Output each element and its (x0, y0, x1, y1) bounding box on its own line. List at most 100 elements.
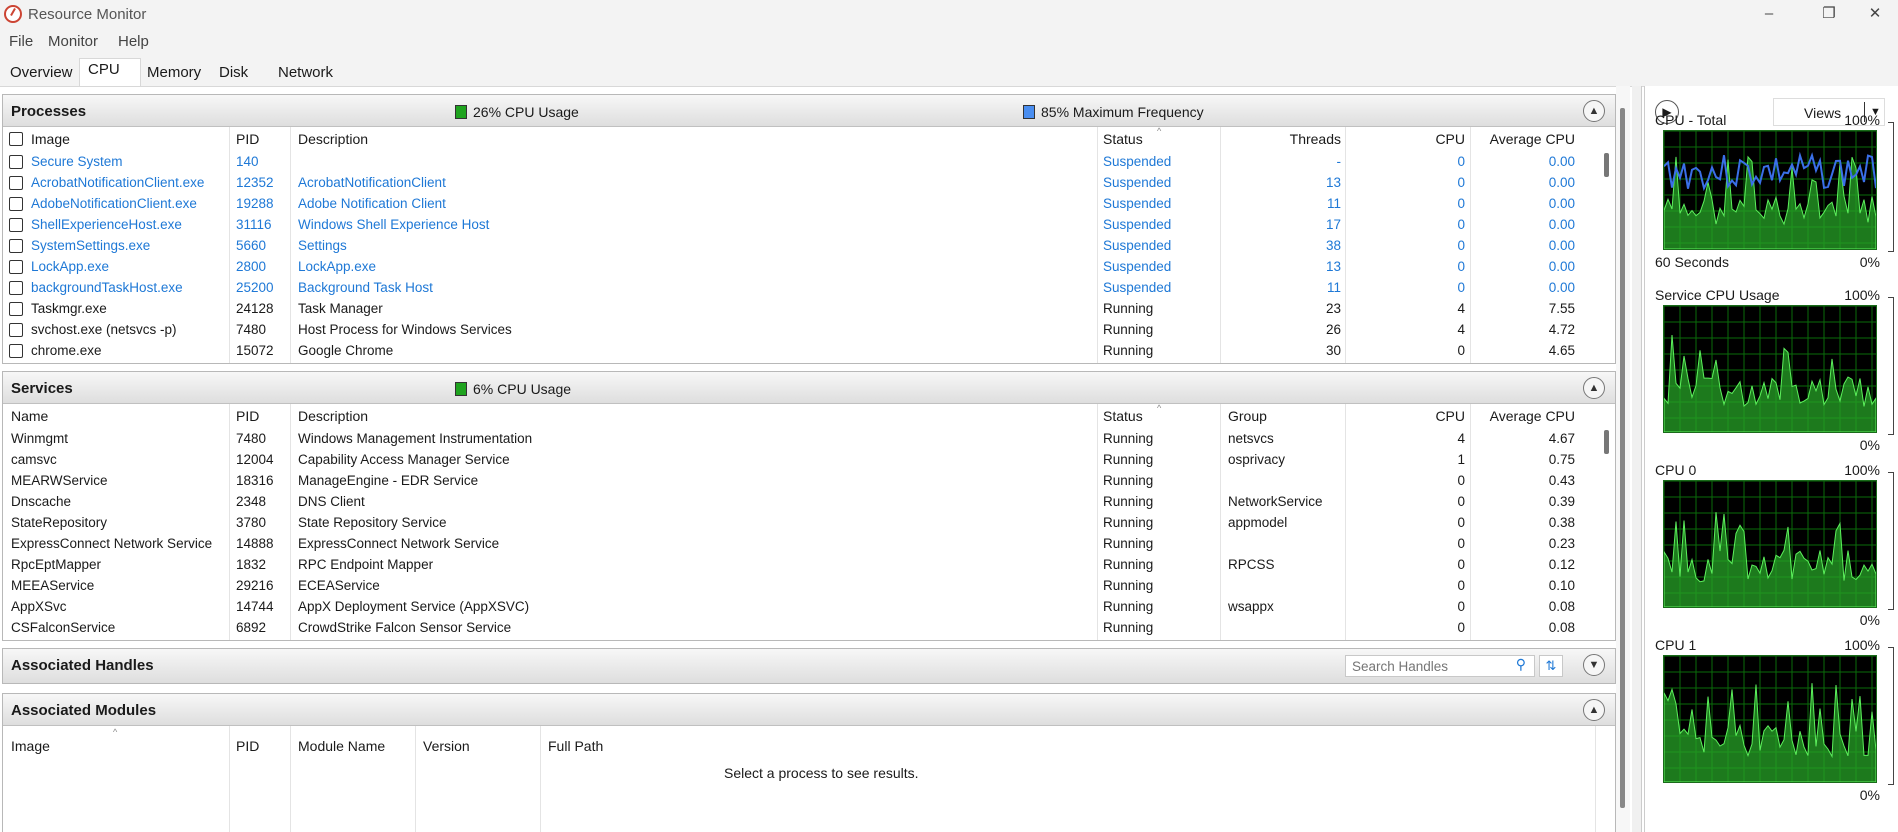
pane-splitter[interactable] (1632, 86, 1642, 832)
collapse-services-button[interactable]: ▲ (1583, 377, 1605, 399)
process-checkbox[interactable] (9, 155, 23, 169)
process-checkbox[interactable] (9, 344, 23, 358)
close-button[interactable]: ✕ (1852, 0, 1898, 30)
process-row[interactable]: Secure System 140 Suspended - 0 0.00 (3, 151, 1601, 172)
process-row[interactable]: ShellExperienceHost.exe 31116 Windows Shel… (3, 214, 1601, 235)
col-module-name[interactable]: Module Name (298, 738, 385, 754)
collapse-modules-button[interactable]: ▲ (1583, 699, 1605, 721)
col-description[interactable]: Description (298, 408, 368, 424)
minimize-button[interactable]: – (1746, 0, 1792, 30)
service-row[interactable]: Dnscache 2348 DNS Client Running NetworkServ… (3, 491, 1601, 512)
services-scrollbar[interactable] (1601, 428, 1613, 640)
process-cpu: 0 (1457, 259, 1465, 274)
process-status: Suspended (1103, 217, 1172, 232)
processes-title: Processes (11, 103, 87, 120)
service-row[interactable]: Winmgmt 7480 Windows Management Instrument… (3, 428, 1601, 449)
process-checkbox[interactable] (9, 197, 23, 211)
col-cpu[interactable]: CPU (1435, 408, 1465, 424)
tab-disk[interactable]: Disk (211, 62, 256, 86)
process-image: LockApp.exe (31, 259, 110, 274)
service-description: CrowdStrike Falcon Sensor Service (298, 620, 512, 635)
col-group[interactable]: Group (1228, 408, 1267, 424)
process-row[interactable]: AcrobatNotificationClient.exe 12352 Acroba… (3, 172, 1601, 193)
col-pid[interactable]: PID (236, 131, 259, 147)
process-row[interactable]: backgroundTaskHost.exe 25200 Background Ta… (3, 277, 1601, 298)
search-icon[interactable]: ⚲ (1516, 656, 1526, 673)
modules-header[interactable]: Associated Modules ▲ (3, 694, 1615, 726)
service-row[interactable]: ExpressConnect Network Service 14888 Expre… (3, 533, 1601, 554)
expand-handles-button[interactable]: ▼ (1583, 654, 1605, 676)
scroll-thumb[interactable] (1604, 430, 1609, 454)
process-checkbox[interactable] (9, 260, 23, 274)
restore-button[interactable]: ❐ (1806, 0, 1852, 30)
col-full-path[interactable]: Full Path (548, 738, 603, 754)
col-cpu[interactable]: CPU (1435, 131, 1465, 147)
tab-overview[interactable]: Overview (2, 62, 81, 86)
process-row[interactable]: LockApp.exe 2800 LockApp.exe Suspended 13 0 0.… (3, 256, 1601, 277)
service-row[interactable]: MEEAService 29216 ECEAService Running 0 0.10 (3, 575, 1601, 596)
process-checkbox[interactable] (9, 176, 23, 190)
menu-file[interactable]: File (9, 33, 33, 50)
service-cpu: 1 (1457, 452, 1465, 467)
collapse-processes-button[interactable]: ▲ (1583, 100, 1605, 122)
service-description: Windows Management Instrumentation (298, 431, 533, 446)
main-scrollbar[interactable] (1616, 86, 1630, 832)
col-description[interactable]: Description (298, 131, 368, 147)
process-image: AdobeNotificationClient.exe (31, 196, 197, 211)
col-name[interactable]: Name (11, 408, 48, 424)
process-row[interactable]: AdobeNotificationClient.exe 19288 Adobe No… (3, 193, 1601, 214)
service-cpu: 0 (1457, 536, 1465, 551)
refresh-search-icon[interactable]: ⇅ (1539, 655, 1563, 677)
process-status: Suspended (1103, 196, 1172, 211)
service-average-cpu: 0.08 (1548, 620, 1575, 635)
search-handles-box[interactable]: ⚲ (1345, 655, 1535, 677)
service-row[interactable]: camsvc 12004 Capability Access Manager Ser… (3, 449, 1601, 470)
graph-canvas (1663, 655, 1877, 783)
process-row[interactable]: svchost.exe (netsvcs -p) 7480 Host Process… (3, 319, 1601, 340)
search-handles-input[interactable] (1352, 658, 1502, 674)
process-checkbox[interactable] (9, 302, 23, 316)
col-average-cpu[interactable]: Average CPU (1490, 131, 1575, 147)
service-row[interactable]: AppXSvc 14744 AppX Deployment Service (App… (3, 596, 1601, 617)
processes-header[interactable]: Processes 26% CPU Usage 85% Maximum Freq… (3, 95, 1615, 127)
process-row[interactable]: SystemSettings.exe 5660 Settings Suspended 3… (3, 235, 1601, 256)
service-status: Running (1103, 515, 1154, 530)
service-name: AppXSvc (11, 599, 67, 614)
process-checkbox[interactable] (9, 323, 23, 337)
col-image[interactable]: Image (11, 738, 50, 754)
tab-cpu[interactable]: CPU (79, 58, 141, 86)
col-status[interactable]: Status (1103, 131, 1143, 147)
col-status[interactable]: Status (1103, 408, 1143, 424)
process-row[interactable]: Taskmgr.exe 24128 Task Manager Running 23 4 7.… (3, 298, 1601, 319)
col-image[interactable]: Image (31, 131, 70, 147)
col-average-cpu[interactable]: Average CPU (1490, 408, 1575, 424)
col-version[interactable]: Version (423, 738, 470, 754)
tab-memory[interactable]: Memory (139, 62, 209, 86)
process-description: AcrobatNotificationClient (298, 175, 446, 190)
menu-help[interactable]: Help (118, 33, 149, 50)
tab-network[interactable]: Network (270, 62, 341, 86)
service-row[interactable]: StateRepository 3780 State Repository Serv… (3, 512, 1601, 533)
service-row[interactable]: CSFalconService 6892 CrowdStrike Falcon Se… (3, 617, 1601, 638)
col-threads[interactable]: Threads (1290, 131, 1341, 147)
process-checkbox[interactable] (9, 239, 23, 253)
service-row[interactable]: RpcEptMapper 1832 RPC Endpoint Mapper Runni… (3, 554, 1601, 575)
service-row[interactable]: MEARWService 18316 ManageEngine - EDR Serv… (3, 470, 1601, 491)
handles-header[interactable]: Associated Handles ⚲ ⇅ ▼ (3, 649, 1615, 683)
service-average-cpu: 0.39 (1548, 494, 1575, 509)
process-checkbox[interactable] (9, 281, 23, 295)
cpu-usage-swatch (455, 382, 467, 396)
main-scroll-thumb[interactable] (1620, 108, 1625, 808)
scroll-thumb[interactable] (1604, 153, 1609, 177)
process-row[interactable]: chrome.exe 15072 Google Chrome Running 30 0 4.… (3, 340, 1601, 361)
menu-monitor[interactable]: Monitor (48, 33, 98, 50)
processes-scrollbar[interactable] (1601, 151, 1613, 363)
process-checkbox[interactable] (9, 218, 23, 232)
process-average-cpu: 0.00 (1548, 175, 1575, 190)
select-all-processes-checkbox[interactable] (9, 132, 23, 146)
process-image: ShellExperienceHost.exe (31, 217, 182, 232)
col-pid[interactable]: PID (236, 738, 259, 754)
services-header[interactable]: Services 6% CPU Usage ▲ (3, 372, 1615, 404)
col-pid[interactable]: PID (236, 408, 259, 424)
service-name: ExpressConnect Network Service (11, 536, 213, 551)
